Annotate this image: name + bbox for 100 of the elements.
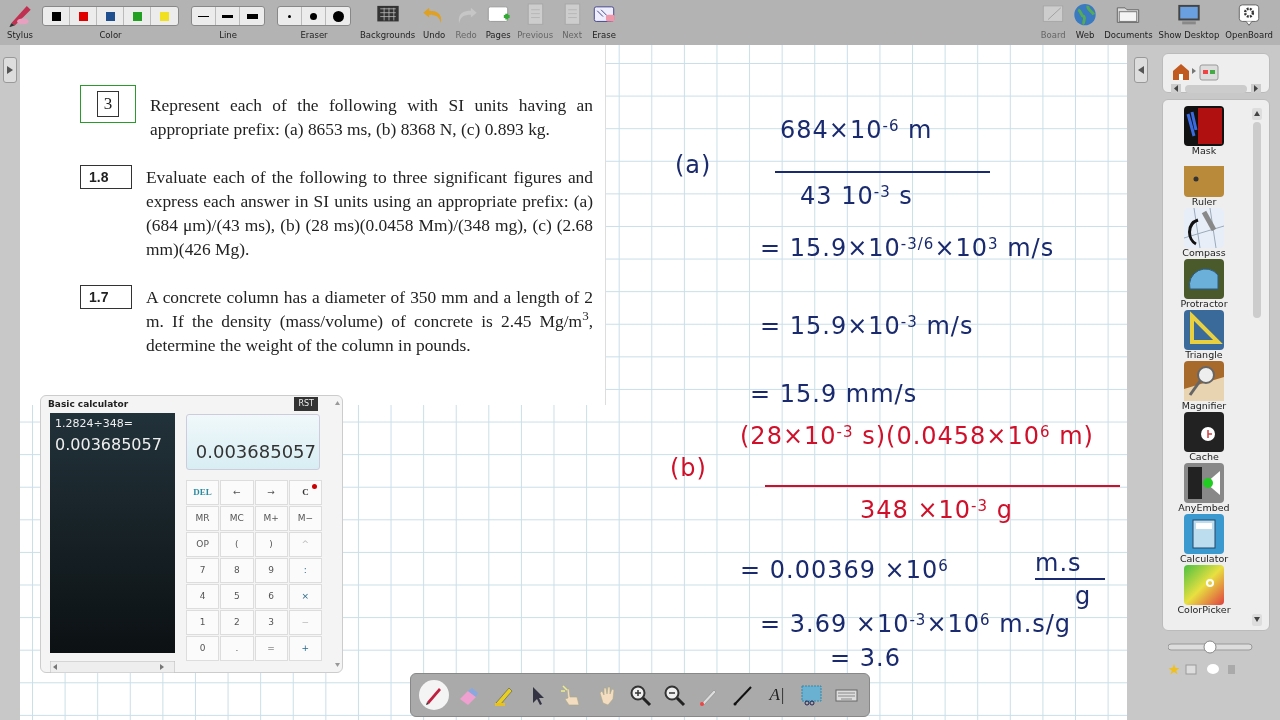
calculator-key[interactable]: ( xyxy=(220,532,254,557)
mode-button[interactable]: OpenBoard xyxy=(1222,0,1276,45)
mode-button[interactable]: Web xyxy=(1069,0,1102,45)
library-item[interactable]: Cache xyxy=(1184,412,1224,463)
protractor-icon xyxy=(1184,259,1224,299)
color-swatch[interactable] xyxy=(78,11,88,21)
handwritten-text: = 3.69 ×10$^{-3}$×10$^{6}$ m.s/g xyxy=(760,611,1072,638)
group-label: Line xyxy=(219,29,237,42)
toolbar-button[interactable]: Backgrounds xyxy=(357,0,419,45)
group-label: Color xyxy=(99,29,122,42)
handwritten-text: (b) xyxy=(670,455,707,482)
panel-toggle-button[interactable] xyxy=(1134,57,1148,83)
handwritten-text: = 15.9 mm/s xyxy=(750,381,918,408)
handwritten-text: (28×10$^{-3}$ s)(0.0458×10$^{6}$ m) xyxy=(740,423,1094,450)
problem-text: A concrete column has a diameter of 350 mm and a length of 2 m. If the density (mass/volume) of concrete is 2.45 Mg/m$^{3}$, determine the weight of the column in pounds. xyxy=(146,286,593,357)
zoom-out-icon xyxy=(662,683,687,707)
handwritten-text: 348 ×10$^{-3}$ g xyxy=(860,497,1013,524)
problem-number: 1.8 xyxy=(80,165,132,189)
calculator-key[interactable]: ) xyxy=(254,532,288,557)
handwritten-text: = 15.9×10$^{-3/6}$×10$^{3}$ m/s xyxy=(760,235,1055,262)
calculator-key[interactable]: × xyxy=(288,584,322,609)
calculator-key[interactable]: : xyxy=(288,558,322,583)
scrollbar-icon[interactable] xyxy=(1251,106,1263,626)
caret-icon xyxy=(1138,66,1144,74)
library-actions-icon[interactable] xyxy=(1168,663,1238,675)
horizontal-scrollbar[interactable] xyxy=(50,660,175,673)
curtain-icon xyxy=(1184,106,1224,146)
library-item[interactable]: Ruler xyxy=(1184,157,1224,208)
calculator-key[interactable]: → xyxy=(254,480,288,505)
toolbar-button[interactable]: Undo xyxy=(418,0,451,45)
calculator-key[interactable]: 6 xyxy=(254,584,288,609)
calculator-key[interactable]: 5 xyxy=(220,584,254,609)
calculator-key[interactable]: DEL xyxy=(186,480,220,505)
capture-icon xyxy=(799,683,824,707)
handwritten-text: 684×10$^{-6}$ m xyxy=(780,117,933,144)
toolbar-button[interactable]: Stylus xyxy=(4,0,36,45)
window-title: Basic calculator xyxy=(48,399,129,410)
calculator-key[interactable]: M− xyxy=(288,506,322,531)
color-swatch[interactable] xyxy=(51,11,61,21)
calculator-key[interactable]: 0 xyxy=(186,636,220,661)
handwritten-text: g xyxy=(1075,583,1092,610)
handwritten-text: m.s xyxy=(1035,550,1082,577)
text-tool-button[interactable]: A| xyxy=(762,680,793,710)
library-item[interactable]: AnyEmbed xyxy=(1178,463,1230,514)
calculator-key[interactable]: M+ xyxy=(254,506,288,531)
library-item[interactable]: ColorPicker xyxy=(1177,565,1231,616)
calculator-key[interactable]: 4 xyxy=(186,584,220,609)
vertical-scrollbar[interactable] xyxy=(333,398,342,670)
toolbar-button[interactable]: Erase xyxy=(588,0,621,45)
magnifier-icon xyxy=(1184,361,1224,401)
handwritten-text: = 15.9×10$^{-3}$ m/s xyxy=(760,313,974,340)
calculator-key[interactable]: . xyxy=(220,636,254,661)
scroll-right-icon[interactable] xyxy=(1251,84,1261,93)
ruler-icon xyxy=(1184,157,1224,197)
calculator-key[interactable]: 8 xyxy=(220,558,254,583)
history-result: 0.003685057 xyxy=(55,433,163,456)
calculator-key[interactable]: MR xyxy=(186,506,220,531)
calculator-key[interactable]: = xyxy=(254,636,288,661)
calculator-key[interactable]: 9 xyxy=(254,558,288,583)
reset-button[interactable]: RST xyxy=(294,397,318,411)
library-item[interactable]: Triangle xyxy=(1184,310,1224,361)
history-expression: 1.2824÷348= xyxy=(55,416,134,432)
group-label: Eraser xyxy=(300,29,328,42)
calculator-key[interactable]: 3 xyxy=(254,610,288,635)
problem-number: 1.7 xyxy=(80,285,132,309)
scroll-left-icon[interactable] xyxy=(1171,84,1181,93)
color-swatch[interactable] xyxy=(105,11,115,21)
scrollbar-thumb[interactable] xyxy=(1185,84,1247,93)
color-swatch[interactable] xyxy=(160,11,169,21)
caret-icon xyxy=(7,66,13,74)
library-item[interactable]: Magnifier xyxy=(1181,361,1227,412)
compass-icon xyxy=(1184,208,1224,248)
handwritten-text: (a) xyxy=(675,152,712,179)
mode-button[interactable]: Documents xyxy=(1101,0,1156,45)
mode-button[interactable]: Show Desktop xyxy=(1155,0,1223,45)
tool-button[interactable] xyxy=(419,680,450,710)
toolbar-button[interactable]: Pages xyxy=(482,0,515,45)
slider-thumb[interactable] xyxy=(1203,640,1217,653)
calculator-key[interactable]: 1 xyxy=(186,610,220,635)
calculator-key[interactable]: + xyxy=(288,636,322,661)
calculator-key[interactable]: MC xyxy=(220,506,254,531)
problem-text: Represent each of the following with SI units having an appropriate prefix: (a) 8653 ms, (b) 8368 N, (c) 0.893 kg. xyxy=(150,94,593,141)
library-item[interactable]: Calculator xyxy=(1179,514,1229,565)
library-item[interactable]: Protractor xyxy=(1180,259,1228,310)
handwritten-text: = 3.6 xyxy=(830,645,901,672)
color-swatch[interactable] xyxy=(132,11,142,21)
gradient-icon xyxy=(1184,565,1224,605)
calculator-icon xyxy=(1184,514,1224,554)
calculator-key[interactable]: 2 xyxy=(220,610,254,635)
globe-icon xyxy=(1072,2,1099,28)
calculator-key[interactable]: ← xyxy=(220,480,254,505)
calculator-key[interactable]: OP xyxy=(186,532,220,557)
library-item[interactable]: Mask xyxy=(1184,106,1224,157)
calculator-key[interactable]: 7 xyxy=(186,558,220,583)
calculator-display: 0.003685057 xyxy=(186,414,320,470)
handwritten-text: 43 10$^{-3}$ s xyxy=(800,183,913,210)
calculator-key[interactable]: C xyxy=(288,480,322,505)
panel-toggle-button[interactable] xyxy=(3,57,17,83)
film-icon xyxy=(1184,463,1224,503)
library-item[interactable]: Compass xyxy=(1182,208,1226,259)
